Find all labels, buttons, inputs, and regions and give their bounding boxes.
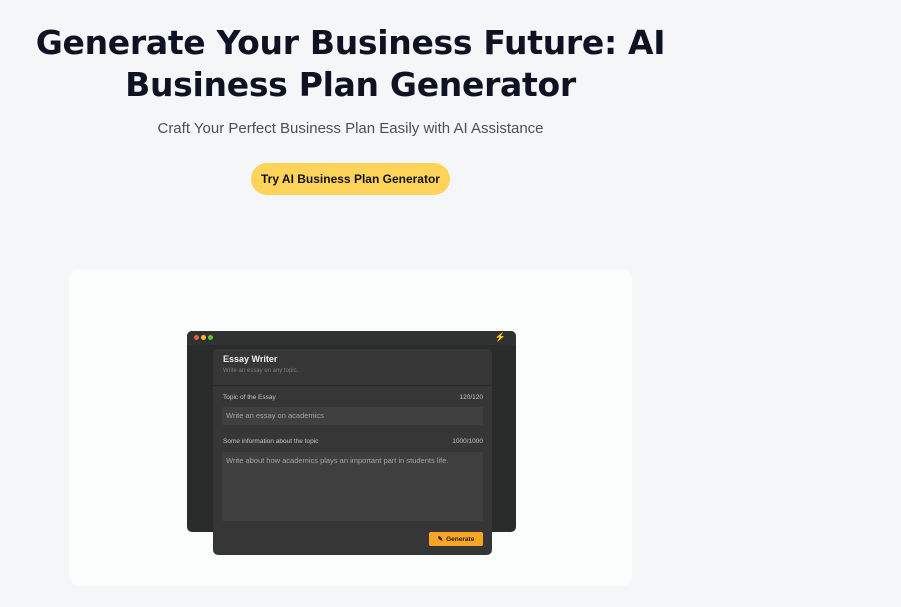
- try-generator-button[interactable]: Try AI Business Plan Generator: [251, 163, 450, 195]
- magic-wand-icon: ✎: [437, 536, 444, 543]
- generate-button-label: Generate: [446, 535, 475, 543]
- generate-button[interactable]: ✎ Generate: [429, 532, 483, 546]
- panel-header: Essay Writer Write an essay on any topic…: [213, 349, 492, 386]
- window-minimize-dot: [201, 335, 206, 340]
- window-maximize-dot: [208, 335, 213, 340]
- window-close-dot: [194, 335, 199, 340]
- panel-title: Essay Writer: [223, 354, 278, 364]
- info-field-label: Some information about the topic: [223, 438, 319, 445]
- info-textarea[interactable]: Write about how academics plays an impor…: [222, 452, 483, 521]
- info-char-count: 1000/1000: [452, 438, 483, 445]
- bolt-icon: ⚡: [494, 332, 506, 342]
- topic-input[interactable]: Write an essay on academics: [222, 407, 483, 425]
- hero-title-line-2: Business Plan Generator: [125, 65, 576, 104]
- topic-field-label: Topic of the Essay: [223, 394, 276, 401]
- hero-title-line-1: Generate Your Business Future: AI: [35, 23, 666, 62]
- panel-description: Write an essay on any topic.: [223, 368, 299, 374]
- essay-writer-panel: Essay Writer Write an essay on any topic…: [213, 349, 492, 555]
- hero-subtitle: Craft Your Perfect Business Plan Easily …: [157, 120, 544, 137]
- window-titlebar: ⚡: [187, 331, 516, 345]
- hero-title: Generate Your Business Future: AI Busine…: [0, 22, 701, 106]
- topic-char-count: 120/120: [459, 394, 484, 401]
